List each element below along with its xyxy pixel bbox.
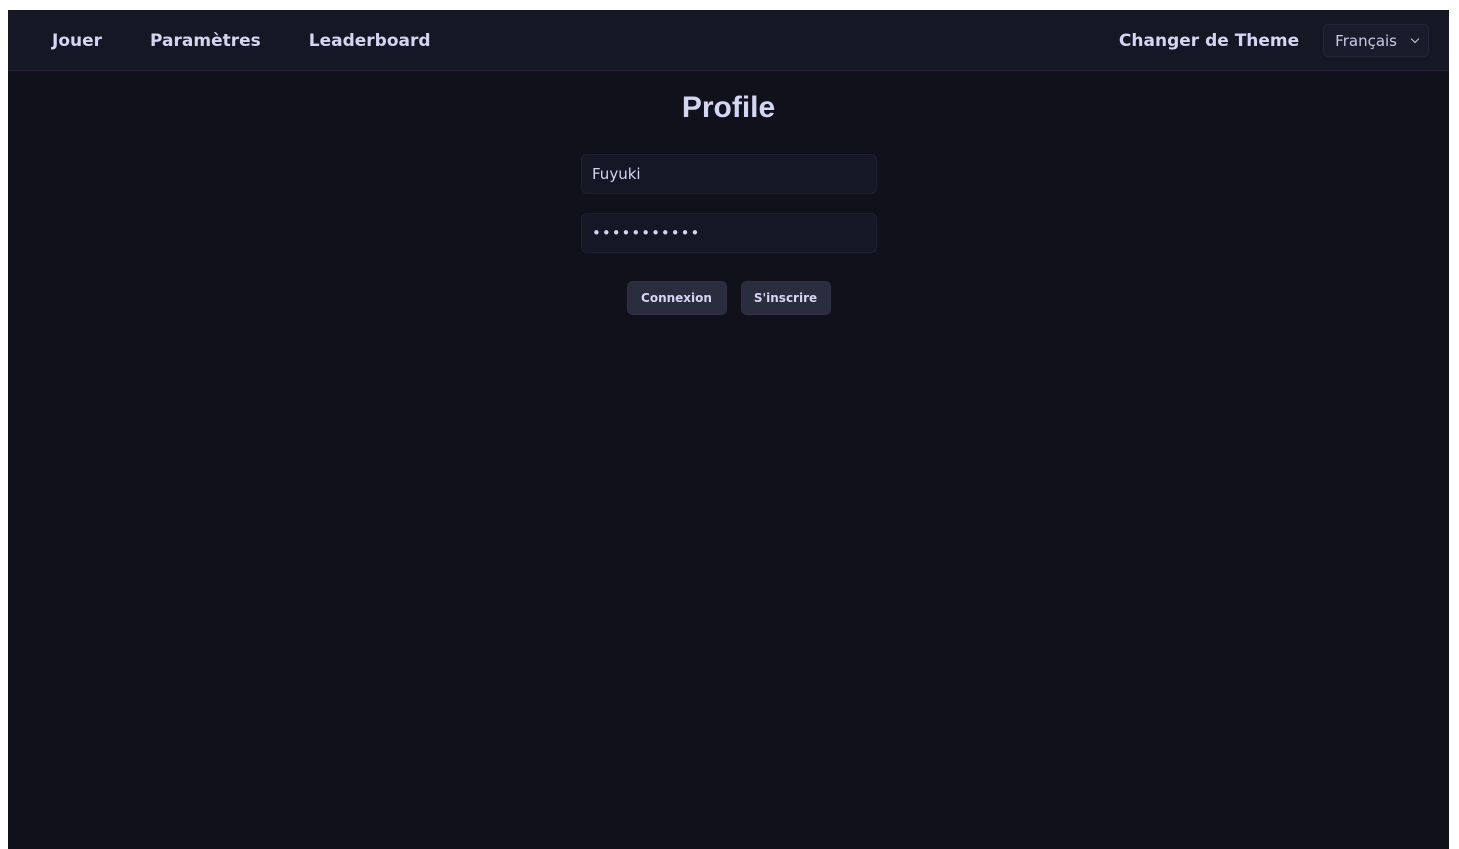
password-input[interactable] bbox=[581, 213, 877, 253]
app-window: Jouer Paramètres Leaderboard Changer de … bbox=[8, 10, 1449, 849]
change-theme-button[interactable]: Changer de Theme bbox=[1119, 31, 1299, 51]
language-select[interactable]: Français bbox=[1323, 24, 1429, 57]
page-title: Profile bbox=[681, 91, 776, 124]
auth-buttons: Connexion S'inscrire bbox=[8, 281, 1449, 315]
username-input[interactable] bbox=[581, 154, 877, 194]
language-selected-value: Français bbox=[1335, 31, 1397, 50]
top-navbar: Jouer Paramètres Leaderboard Changer de … bbox=[8, 10, 1449, 71]
nav-links: Jouer Paramètres Leaderboard bbox=[52, 10, 479, 71]
register-button[interactable]: S'inscrire bbox=[740, 281, 831, 315]
nav-link-leaderboard[interactable]: Leaderboard bbox=[309, 31, 431, 51]
nav-link-settings[interactable]: Paramètres bbox=[150, 31, 261, 51]
nav-link-play[interactable]: Jouer bbox=[52, 31, 102, 51]
login-button[interactable]: Connexion bbox=[626, 281, 727, 315]
nav-right-controls: Changer de Theme Français bbox=[1119, 10, 1429, 71]
chevron-down-icon bbox=[1410, 34, 1420, 43]
